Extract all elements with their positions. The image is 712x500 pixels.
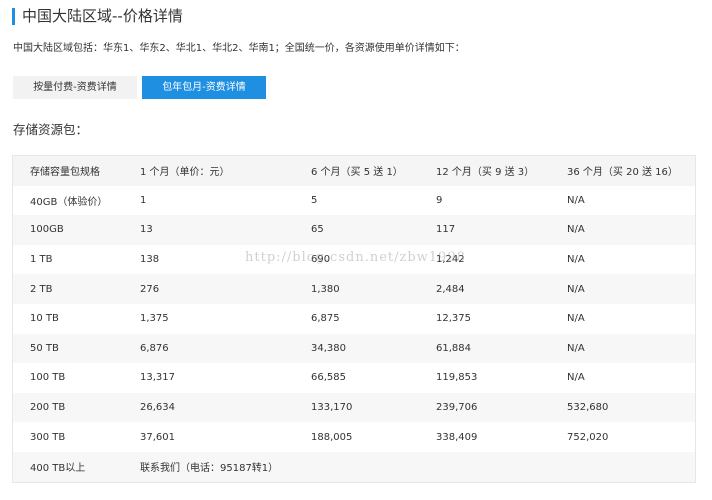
table-cell: N/A [567, 224, 585, 236]
table-row: 400 TB以上 联系我们（电话：95187转1） [13, 451, 695, 482]
region-intro-text: 中国大陆区域包括：华东1、华东2、华北1、华北2、华南1；全国统一价，各资源使用… [13, 43, 465, 54]
price-table-container: 存储容量包规格 1 个月（单价：元） 6 个月（买 5 送 1） 12 个月（买… [12, 155, 696, 483]
table-row: 10 TB 1,375 6,875 12,375 N/A [13, 303, 695, 334]
table-row: 100GB 13 65 117 N/A [13, 215, 695, 245]
table-cell: 50 TB [30, 342, 59, 354]
table-cell: 752,020 [567, 431, 609, 443]
table-cell [419, 452, 550, 482]
table-cell: N/A [567, 313, 585, 325]
table-row: 2 TB 276 1,380 2,484 N/A [13, 274, 695, 304]
table-cell: 338,409 [436, 431, 478, 443]
table-cell: 26,634 [140, 402, 175, 414]
table-row: 50 TB 6,876 34,380 61,884 N/A [13, 333, 695, 364]
table-cell: 1 TB [30, 254, 53, 266]
table-cell: 66,585 [311, 372, 346, 384]
table-header-row: 存储容量包规格 1 个月（单价：元） 6 个月（买 5 送 1） 12 个月（买… [13, 156, 695, 186]
table-cell: 5 [311, 194, 318, 206]
table-cell: 1,242 [436, 254, 465, 266]
table-row: 40GB（体验价） 1 5 9 N/A [13, 185, 695, 216]
table-row: 1 TB 138 690 1,242 N/A [13, 244, 695, 275]
table-cell: N/A [567, 254, 585, 266]
table-cell: 188,005 [311, 431, 353, 443]
column-header-6-months: 6 个月（买 5 送 1） [311, 167, 403, 179]
column-header-36-months: 36 个月（买 20 送 16） [567, 167, 678, 179]
title-accent-bar [12, 8, 15, 25]
table-cell: 690 [311, 254, 331, 266]
table-cell: N/A [567, 283, 585, 295]
table-cell: 65 [311, 224, 324, 236]
tab-subscription[interactable]: 包年包月-资费详情 [142, 76, 266, 99]
table-cell: N/A [567, 194, 585, 206]
table-cell: 1,375 [140, 313, 169, 325]
table-cell: 117 [436, 224, 456, 236]
column-header-1-month: 1 个月（单价：元） [140, 167, 230, 179]
table-cell: 13 [140, 224, 153, 236]
table-cell: 400 TB以上 [30, 463, 86, 475]
table-cell: 61,884 [436, 342, 471, 354]
table-row: 300 TB 37,601 188,005 338,409 752,020 [13, 422, 695, 452]
table-cell: 1 [140, 194, 147, 206]
storage-package-heading: 存储资源包： [13, 122, 89, 137]
page-title: 中国大陆区域--价格详情 [22, 7, 183, 25]
table-cell: 100 TB [30, 372, 66, 384]
table-cell: 200 TB [30, 402, 66, 414]
contact-us-cell: 联系我们（电话：95187转1） [140, 463, 279, 475]
table-cell: 12,375 [436, 313, 471, 325]
table-cell: 6,875 [311, 313, 340, 325]
table-cell: 1,380 [311, 283, 340, 295]
table-cell [550, 452, 695, 482]
table-cell: 532,680 [567, 402, 609, 414]
table-cell: 34,380 [311, 342, 346, 354]
table-cell: 276 [140, 283, 160, 295]
table-cell: N/A [567, 372, 585, 384]
table-cell: 9 [436, 194, 443, 206]
column-header-12-months: 12 个月（买 9 送 3） [436, 167, 535, 179]
table-cell: 239,706 [436, 402, 478, 414]
table-cell: 138 [140, 254, 160, 266]
table-cell: 6,876 [140, 342, 169, 354]
price-table: 存储容量包规格 1 个月（单价：元） 6 个月（买 5 送 1） 12 个月（买… [13, 156, 695, 482]
table-cell: N/A [567, 342, 585, 354]
table-cell: 300 TB [30, 431, 66, 443]
table-cell [294, 452, 419, 482]
billing-tabs: 按量付费-资费详情 包年包月-资费详情 [13, 76, 266, 99]
table-row: 200 TB 26,634 133,170 239,706 532,680 [13, 392, 695, 423]
table-cell: 133,170 [311, 402, 353, 414]
table-cell: 2 TB [30, 283, 53, 295]
tab-pay-as-you-go[interactable]: 按量付费-资费详情 [13, 76, 137, 99]
table-cell: 10 TB [30, 313, 59, 325]
table-cell: 119,853 [436, 372, 478, 384]
table-row: 100 TB 13,317 66,585 119,853 N/A [13, 363, 695, 393]
table-cell: 2,484 [436, 283, 465, 295]
table-cell: 37,601 [140, 431, 175, 443]
table-cell: 40GB（体验价） [30, 196, 108, 208]
table-cell: 100GB [30, 224, 64, 236]
column-header-spec: 存储容量包规格 [30, 167, 100, 179]
table-cell: 13,317 [140, 372, 175, 384]
